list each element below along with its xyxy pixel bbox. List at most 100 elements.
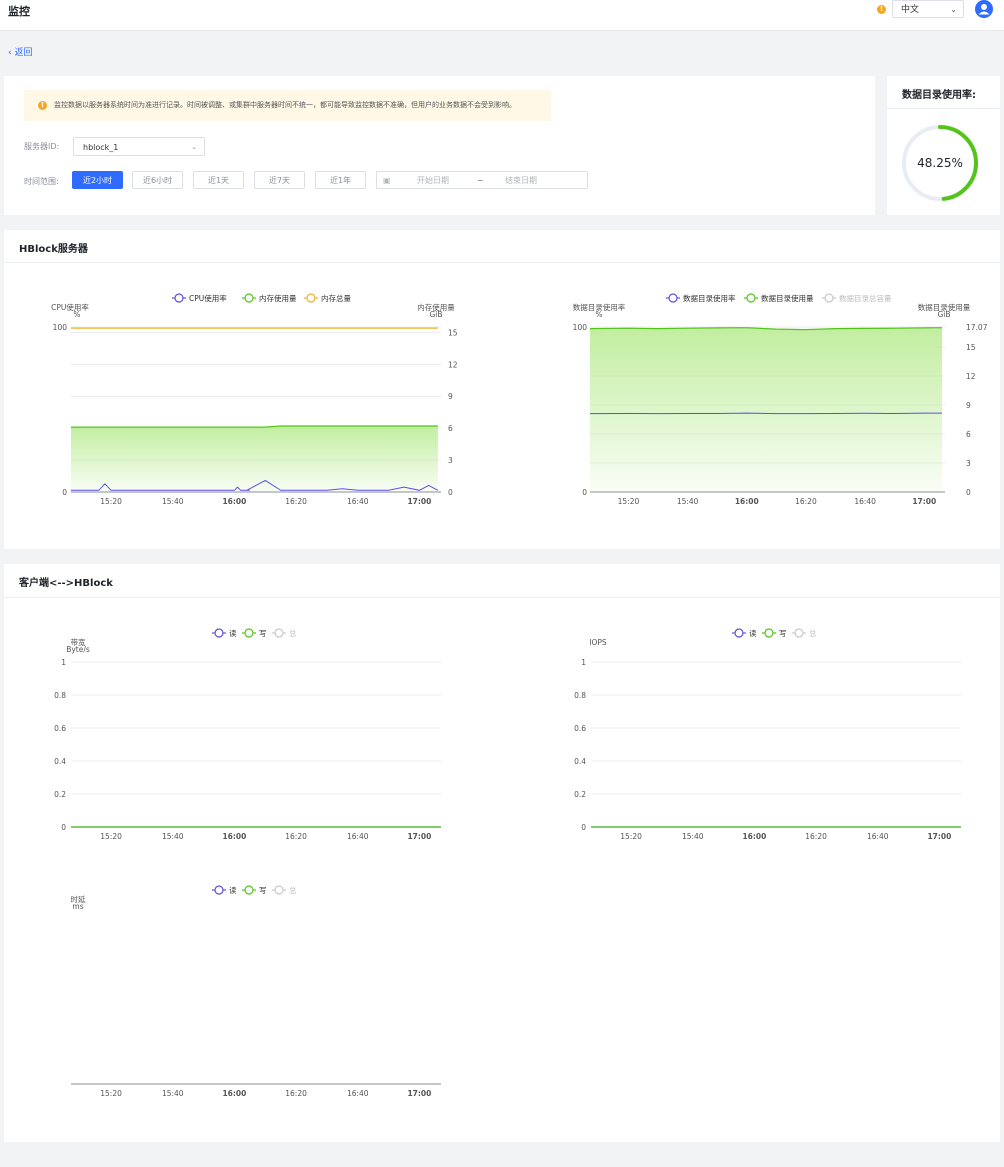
legend-marker <box>244 628 254 638</box>
y-tick-label: 6 <box>448 424 453 433</box>
iops-chart: 读 写 总 IOPS 1 0.8 0.6 0.4 0.2 0 15:20 15:40 16:00 16:2… <box>574 628 961 841</box>
y-tick-label: 0 <box>966 488 971 497</box>
legend-label: 读 <box>229 885 237 895</box>
legend-label: 总 <box>289 628 297 638</box>
x-tick-label: 17:00 <box>407 832 431 841</box>
latency-chart: 读写总时延ms15:20 15:40 16:00 16:20 16:40 17:00 <box>71 885 441 1098</box>
notice-banner: ! 监控数据以服务器系统时间为准进行记录。时间被调整、或集群中服务器时间不统一，… <box>24 90 551 121</box>
y-tick-label: 15 <box>966 343 976 352</box>
x-tick-label: 17:00 <box>407 1089 431 1098</box>
y-tick-label: 3 <box>448 456 453 465</box>
time-button-1d[interactable]: 近1天 <box>193 171 244 189</box>
y-tick-label: 12 <box>966 372 976 381</box>
legend-label: 数据目录使用量 <box>761 293 814 303</box>
legend-marker <box>274 885 284 895</box>
y-tick-label: 0.8 <box>574 691 586 700</box>
chevron-down-icon: ⌄ <box>191 143 197 151</box>
divider <box>4 262 1000 263</box>
y-tick-label: 9 <box>966 401 971 410</box>
x-tick-label: 16:00 <box>735 497 759 506</box>
y-tick-label: 0 <box>61 823 66 832</box>
data-dir-chart: 数据目录使用率 数据目录使用量 数据目录总容量数据目录使用率%数据目录使用量GiB1… <box>573 293 988 506</box>
y-tick-label: 17.07 <box>966 323 988 332</box>
y-tick-label: 0.6 <box>54 724 66 733</box>
section-title: HBlock服务器 <box>19 244 88 255</box>
y-tick-label: 0 <box>581 823 586 832</box>
server-id-label: 服务器ID: <box>24 142 60 151</box>
page-title: 监控 <box>8 5 30 18</box>
server-id-select[interactable]: hblock_1 ⌄ <box>73 137 205 156</box>
x-tick-label: 15:20 <box>100 1089 122 1098</box>
legend-label: CPU使用率 <box>189 293 227 303</box>
legend-marker <box>214 885 224 895</box>
y-tick-label: 15 <box>448 328 458 337</box>
date-range-picker[interactable]: ▣ 开始日期 ~ 结束日期 <box>376 171 588 189</box>
legend-marker <box>746 293 756 303</box>
x-tick-label: 15:20 <box>620 832 642 841</box>
chevron-left-icon: ‹ <box>8 48 12 58</box>
alert-icon[interactable]: ! <box>877 5 886 14</box>
cpu-memory-chart: CPU使用率 内存使用量 内存总量CPU使用率%内存使用量GiB1000151296… <box>51 293 458 506</box>
y-tick-label: 0.4 <box>574 757 586 766</box>
section-title: 客户端<-->HBlock <box>19 578 113 589</box>
start-date-input[interactable]: 开始日期 <box>417 172 449 190</box>
legend-marker <box>824 293 834 303</box>
time-button-7d[interactable]: 近7天 <box>254 171 305 189</box>
y-right-unit: GiB <box>429 310 442 319</box>
usage-title: 数据目录使用率: <box>902 90 976 101</box>
back-link-label: 返回 <box>14 48 33 58</box>
x-tick-label: 15:40 <box>162 1089 184 1098</box>
legend-label: 总 <box>809 628 817 638</box>
y-tick-label: 0.6 <box>574 724 586 733</box>
usage-gauge: 48.25% <box>902 125 978 201</box>
usage-area <box>590 327 943 492</box>
legend-label: 内存总量 <box>321 293 351 303</box>
x-tick-label: 16:40 <box>854 497 876 506</box>
warning-icon: ! <box>38 101 47 110</box>
x-tick-label: 16:00 <box>222 497 246 506</box>
x-tick-label: 17:00 <box>912 497 936 506</box>
y-tick-label: 1 <box>61 658 66 667</box>
x-tick-label: 15:20 <box>100 832 122 841</box>
x-tick-label: 16:00 <box>222 1089 246 1098</box>
x-tick-label: 15:40 <box>162 832 184 841</box>
memory-area <box>71 426 438 492</box>
time-button-1y[interactable]: 近1年 <box>315 171 366 189</box>
y-tick-label: 0 <box>62 488 67 497</box>
x-tick-label: 15:40 <box>162 497 184 506</box>
legend-label: 读 <box>749 628 757 638</box>
legend-marker <box>794 628 804 638</box>
time-button-2h[interactable]: 近2小时 <box>72 171 123 189</box>
y-axis-label: IOPS <box>589 638 607 647</box>
end-date-input[interactable]: 结束日期 <box>505 172 537 190</box>
legend-label: 总 <box>289 885 297 895</box>
language-select[interactable]: 中文 ⌄ <box>892 0 964 18</box>
legend-marker <box>214 628 224 638</box>
usage-card: 数据目录使用率: 48.25% <box>887 76 1000 215</box>
divider <box>887 108 1000 109</box>
calendar-icon: ▣ <box>383 176 391 185</box>
y-tick-label: 0.8 <box>54 691 66 700</box>
y-tick-label: 3 <box>966 459 971 468</box>
back-link[interactable]: ‹ 返回 <box>8 45 33 58</box>
y-tick-label: 0.4 <box>54 757 66 766</box>
x-tick-label: 16:40 <box>347 832 369 841</box>
y-tick-label: 0.2 <box>54 790 66 799</box>
legend-marker <box>764 628 774 638</box>
x-tick-label: 16:00 <box>742 832 766 841</box>
legend-marker <box>174 293 184 303</box>
legend-marker <box>274 628 284 638</box>
x-tick-label: 17:00 <box>927 832 951 841</box>
y-tick-label: 0 <box>582 488 587 497</box>
user-avatar-icon[interactable] <box>975 0 993 18</box>
y-axis-unit: ms <box>72 902 83 911</box>
legend-label: 数据目录使用率 <box>683 293 736 303</box>
language-value: 中文 <box>901 5 920 15</box>
notice-text: 监控数据以服务器系统时间为准进行记录。时间被调整、或集群中服务器时间不统一，都可… <box>54 101 516 109</box>
time-button-6h[interactable]: 近6小时 <box>132 171 183 189</box>
x-tick-label: 15:20 <box>100 497 122 506</box>
usage-percent: 48.25% <box>917 156 963 170</box>
y-tick-label: 0 <box>448 488 453 497</box>
chevron-down-icon: ⌄ <box>950 5 957 14</box>
x-tick-label: 16:40 <box>347 497 369 506</box>
